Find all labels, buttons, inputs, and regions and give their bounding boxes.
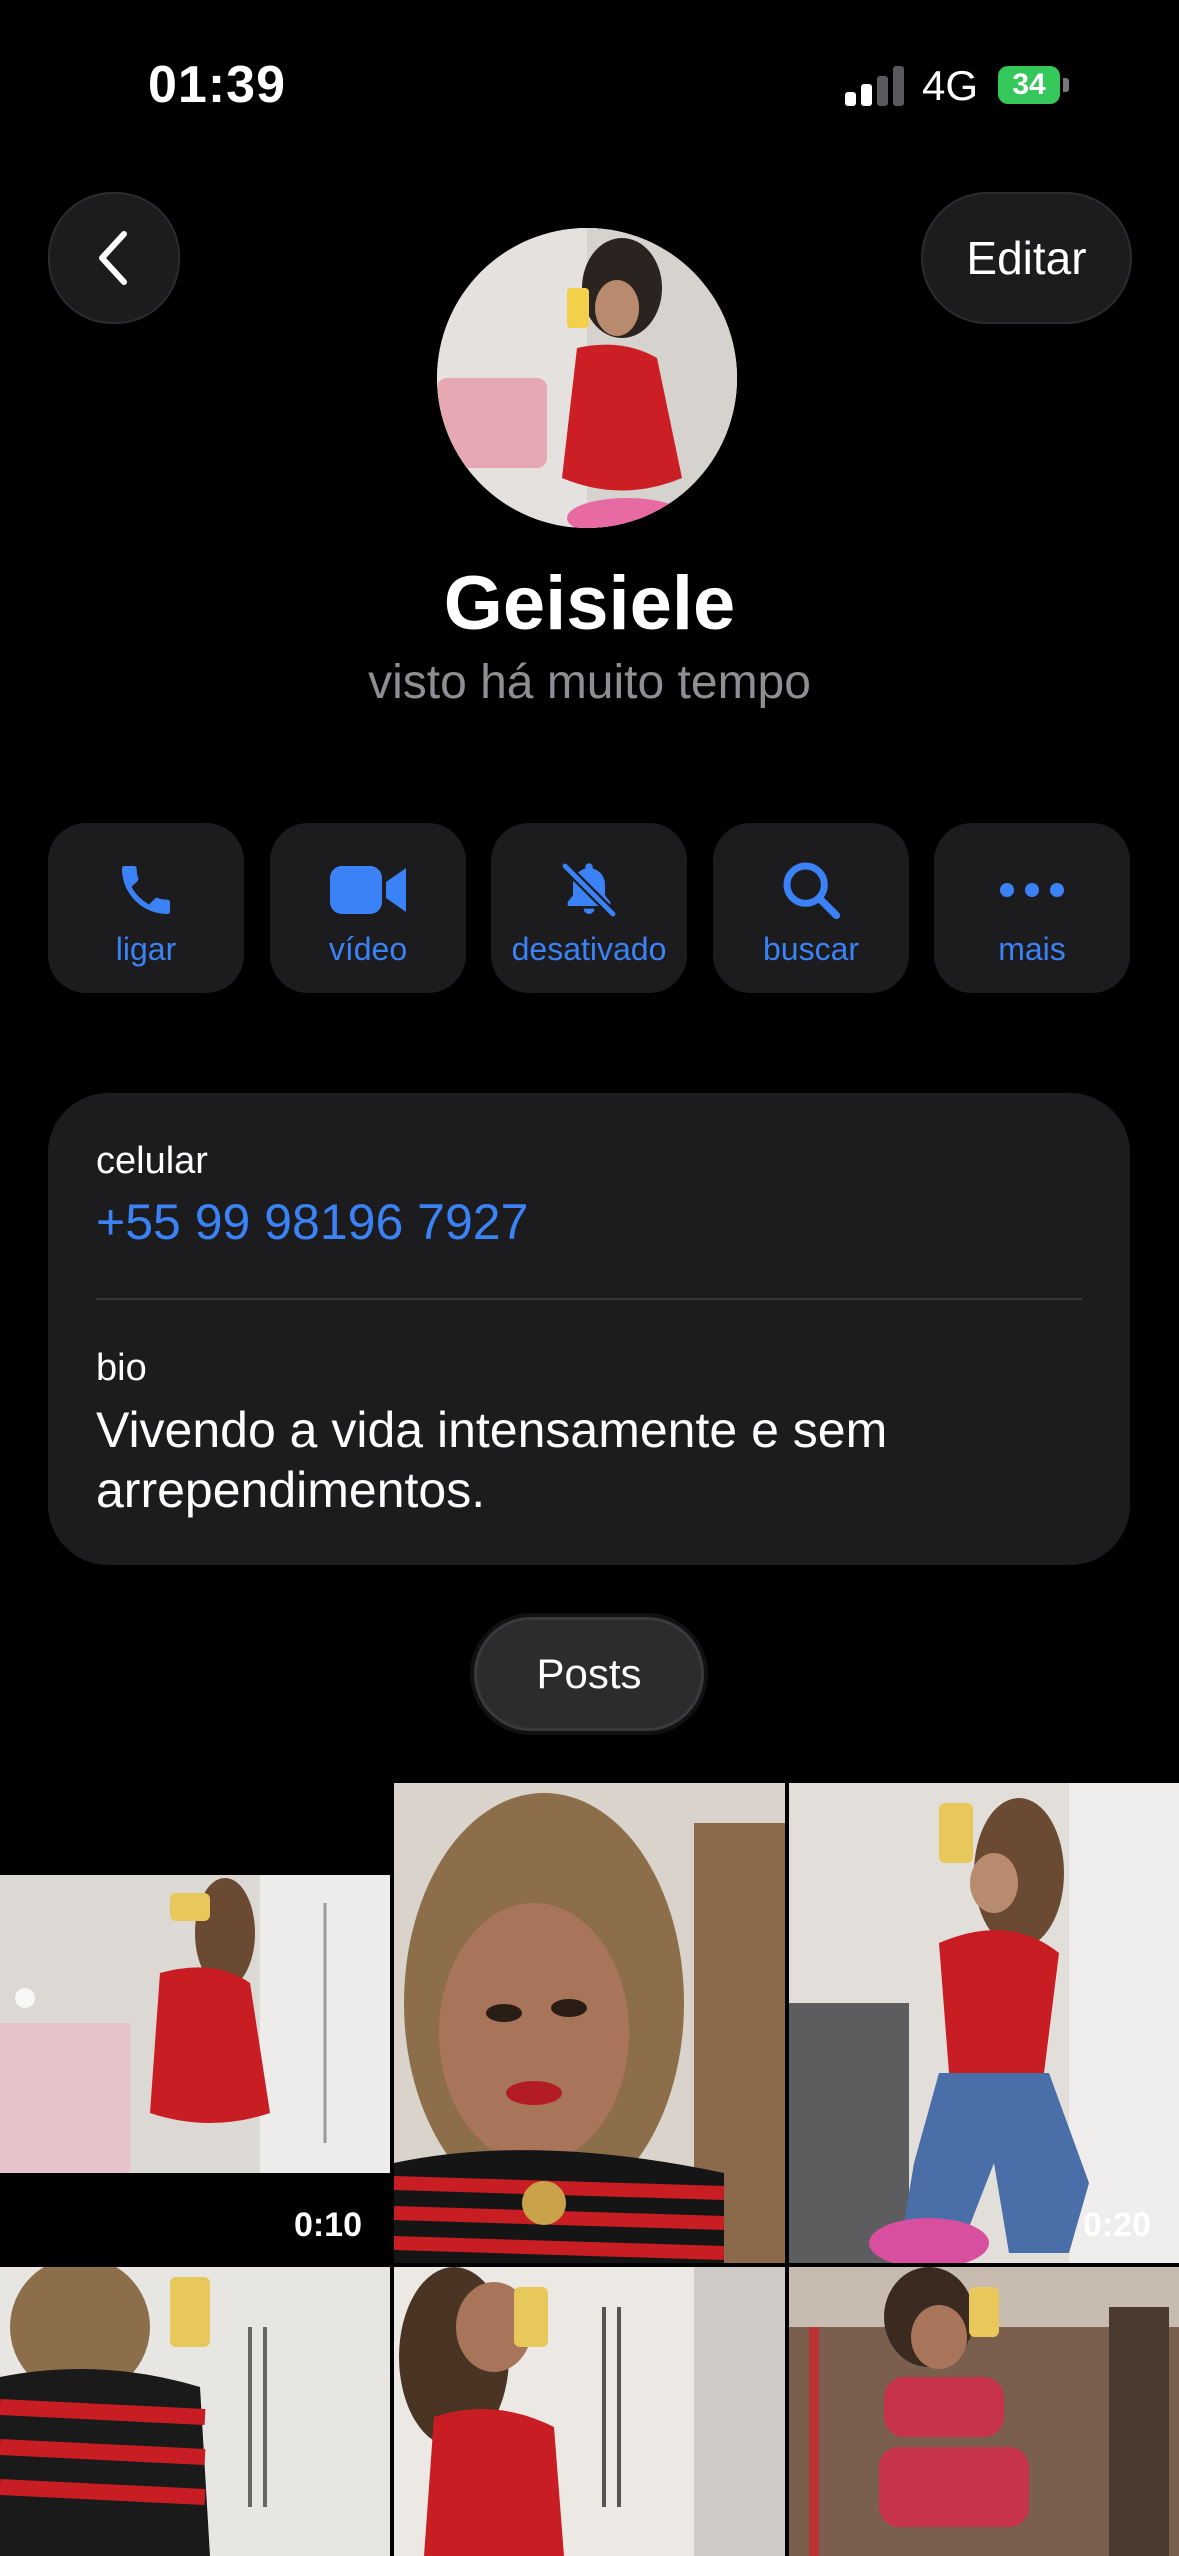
video-icon (330, 866, 406, 914)
status-time: 01:39 (148, 56, 286, 114)
card-divider (96, 1298, 1082, 1300)
edit-button[interactable]: Editar (921, 192, 1132, 324)
more-icon (1000, 883, 1064, 897)
bio-label: bio (96, 1347, 147, 1389)
back-button[interactable] (48, 192, 180, 324)
video-label: vídeo (328, 931, 408, 967)
media-tile[interactable] (0, 2267, 390, 2556)
call-button[interactable]: ligar (48, 823, 244, 993)
tab-posts[interactable]: Posts (474, 1617, 704, 1731)
video-thumbnail (0, 1875, 390, 2173)
video-duration: 0:20 (1082, 2206, 1151, 2244)
video-thumbnail (789, 1783, 1179, 2263)
avatar-photo (437, 228, 737, 528)
more-button[interactable]: mais (934, 823, 1130, 993)
mute-label: desativado (511, 931, 667, 967)
media-tile[interactable] (394, 1783, 785, 2263)
avatar[interactable] (437, 228, 737, 528)
phone-icon (122, 866, 170, 914)
media-tile[interactable] (789, 2267, 1179, 2556)
battery-level: 34 (1012, 68, 1046, 101)
video-duration: 0:10 (293, 2206, 362, 2244)
video-button[interactable]: vídeo (270, 823, 466, 993)
media-tile[interactable] (394, 2267, 785, 2556)
battery-icon: 34 (998, 66, 1060, 104)
bell-slash-icon (561, 862, 617, 918)
photo-thumbnail (394, 2267, 785, 2556)
chevron-left-icon (99, 231, 127, 285)
photo-thumbnail (0, 2267, 390, 2556)
search-button[interactable]: buscar (713, 823, 909, 993)
phone-number-link[interactable]: +55 99 98196 7927 (96, 1193, 528, 1251)
media-tile[interactable]: 0:10 (0, 1783, 390, 2263)
more-label: mais (998, 931, 1066, 967)
photo-thumbnail (394, 1783, 785, 2263)
media-tile[interactable]: 0:20 (789, 1783, 1179, 2263)
search-label: buscar (762, 931, 860, 967)
search-icon (783, 862, 841, 920)
profile-name: Geisiele (443, 561, 736, 646)
signal-icon (845, 64, 905, 106)
photo-thumbnail (789, 2267, 1179, 2556)
phone-label: celular (96, 1140, 208, 1182)
last-seen-status: visto há muito tempo (368, 656, 811, 709)
network-type: 4G (922, 62, 979, 109)
battery-cap (1063, 78, 1069, 92)
bio-text: Vivendo a vida intensamente e sem arrepe… (96, 1402, 888, 1518)
mute-button[interactable]: desativado (491, 823, 687, 993)
call-label: ligar (115, 931, 177, 967)
